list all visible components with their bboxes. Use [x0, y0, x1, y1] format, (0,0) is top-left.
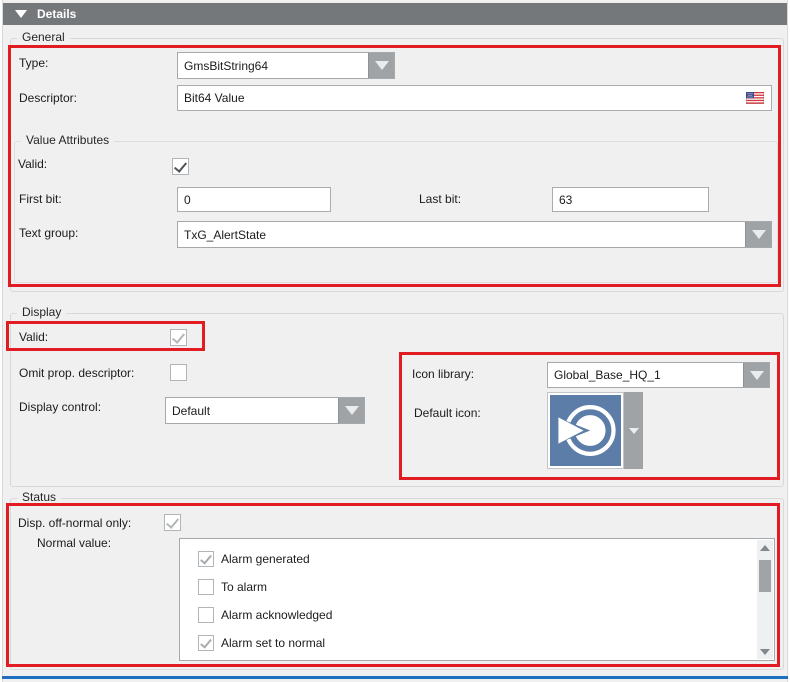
- default-icon-label: Default icon:: [414, 406, 481, 420]
- list-item[interactable]: Alarm generated: [198, 551, 310, 567]
- vertical-scrollbar[interactable]: [757, 540, 773, 659]
- type-label: Type:: [19, 56, 48, 70]
- default-icon-preview[interactable]: [547, 392, 624, 469]
- details-panel: Details General Type: GmsBitString64 Des…: [0, 0, 790, 682]
- item-checkbox[interactable]: [198, 607, 214, 623]
- disp-offnormal-checkbox[interactable]: [164, 514, 181, 531]
- display-valid-label: Valid:: [19, 330, 48, 344]
- first-bit-input[interactable]: [177, 187, 331, 212]
- descriptor-label: Descriptor:: [19, 91, 77, 105]
- list-item[interactable]: To alarm: [198, 579, 267, 595]
- text-group-dropdown-button[interactable]: [745, 222, 771, 247]
- item-checkbox[interactable]: [198, 635, 214, 651]
- first-bit-label: First bit:: [19, 192, 62, 206]
- item-checkbox[interactable]: [198, 579, 214, 595]
- scroll-up-button[interactable]: [757, 540, 773, 555]
- valid-checkbox[interactable]: [172, 158, 189, 175]
- display-control-value: Default: [166, 398, 338, 423]
- type-combobox[interactable]: GmsBitString64: [177, 52, 395, 79]
- display-control-dropdown-button[interactable]: [338, 398, 364, 423]
- disp-offnormal-label: Disp. off-normal only:: [18, 516, 131, 530]
- normal-value-label: Normal value:: [37, 536, 111, 550]
- icon-library-label: Icon library:: [412, 367, 474, 381]
- item-label: Alarm generated: [221, 552, 310, 566]
- value-attributes-groupbox: Value Attributes: [14, 141, 778, 283]
- chevron-down-icon: [345, 406, 359, 415]
- type-dropdown-button[interactable]: [368, 53, 394, 78]
- display-control-combobox[interactable]: Default: [165, 397, 365, 424]
- panel-title: Details: [37, 7, 76, 21]
- normal-value-listbox: Alarm generated To alarm Alarm acknowled…: [179, 538, 775, 661]
- arrow-down-icon: [760, 649, 770, 655]
- chevron-down-icon: [752, 230, 766, 239]
- valid-label: Valid:: [18, 157, 47, 171]
- status-legend: Status: [17, 490, 61, 504]
- last-bit-label: Last bit:: [419, 192, 461, 206]
- last-bit-input[interactable]: [552, 187, 709, 212]
- item-checkbox[interactable]: [198, 551, 214, 567]
- item-label: Alarm set to normal: [221, 636, 325, 650]
- display-groupbox: Display: [10, 313, 784, 487]
- display-legend: Display: [17, 305, 66, 319]
- descriptor-field-wrap: [177, 85, 772, 111]
- us-flag-icon: [746, 92, 764, 104]
- general-legend: General: [17, 30, 70, 44]
- type-value: GmsBitString64: [178, 53, 368, 78]
- chevron-down-icon: [750, 371, 764, 380]
- chevron-down-icon: [375, 61, 389, 70]
- display-valid-checkbox[interactable]: [170, 329, 187, 346]
- collapse-icon[interactable]: [15, 10, 27, 18]
- scrollbar-thumb[interactable]: [759, 560, 771, 592]
- text-group-combobox[interactable]: TxG_AlertState: [177, 221, 772, 248]
- details-header[interactable]: Details: [3, 3, 787, 25]
- item-label: To alarm: [221, 580, 267, 594]
- item-label: Alarm acknowledged: [221, 608, 332, 622]
- omit-prop-descriptor-checkbox[interactable]: [170, 364, 187, 381]
- enter-circle-icon: [550, 395, 621, 466]
- bottom-accent-line: [2, 676, 790, 679]
- list-item[interactable]: Alarm acknowledged: [198, 607, 332, 623]
- icon-library-combobox[interactable]: Global_Base_HQ_1: [547, 362, 770, 388]
- icon-library-dropdown-button[interactable]: [743, 363, 769, 387]
- descriptor-input[interactable]: [178, 91, 746, 105]
- list-item[interactable]: Alarm set to normal: [198, 635, 325, 651]
- display-control-label: Display control:: [19, 400, 101, 414]
- omit-prop-descriptor-label: Omit prop. descriptor:: [19, 366, 134, 380]
- scroll-down-button[interactable]: [757, 644, 773, 659]
- text-group-value: TxG_AlertState: [178, 222, 745, 247]
- icon-library-value: Global_Base_HQ_1: [548, 363, 743, 387]
- arrow-up-icon: [760, 545, 770, 551]
- default-icon-picker[interactable]: [547, 392, 643, 469]
- value-attributes-legend: Value Attributes: [21, 133, 114, 147]
- default-icon-dropdown-button[interactable]: [624, 392, 643, 469]
- chevron-down-icon: [629, 428, 639, 434]
- text-group-label: Text group:: [19, 226, 78, 240]
